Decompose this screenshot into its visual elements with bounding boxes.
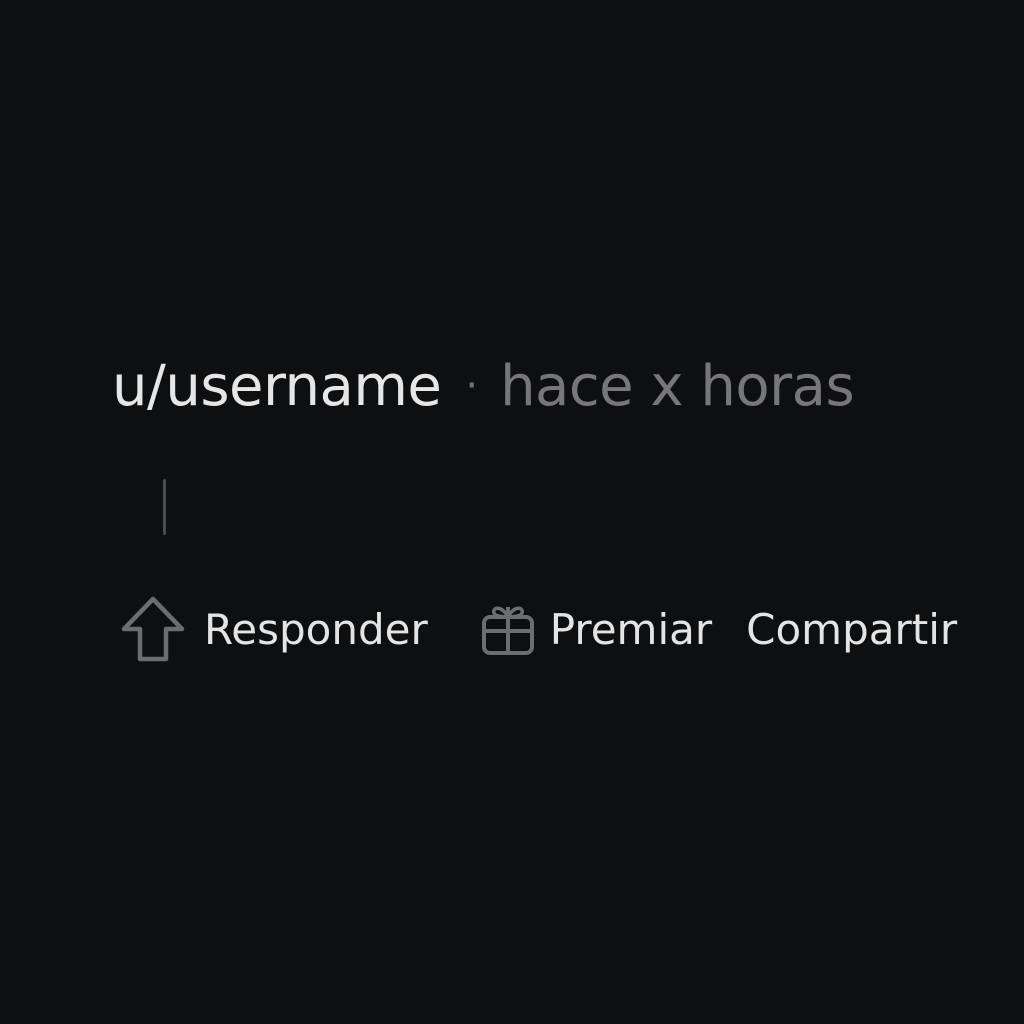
reply-label: Responder [204,604,428,654]
gift-icon [480,601,536,657]
award-label: Premiar [549,604,713,654]
comment-actions: Responder Premiar Compartir [120,594,957,664]
thread-line[interactable] [163,479,166,535]
username-link[interactable]: u/username [112,354,442,419]
reply-button[interactable]: Responder [120,595,428,663]
share-label: Compartir [746,604,958,654]
share-button[interactable]: Compartir [746,605,957,654]
upvote-arrow-icon[interactable] [120,595,186,663]
comment-container: u/username · hace x horas Responder Prem… [0,0,1024,1024]
meta-separator: · [465,363,479,409]
award-button[interactable]: Premiar [480,601,712,657]
comment-meta: u/username · hace x horas [112,350,855,422]
comment-timestamp: hace x horas [500,353,855,419]
